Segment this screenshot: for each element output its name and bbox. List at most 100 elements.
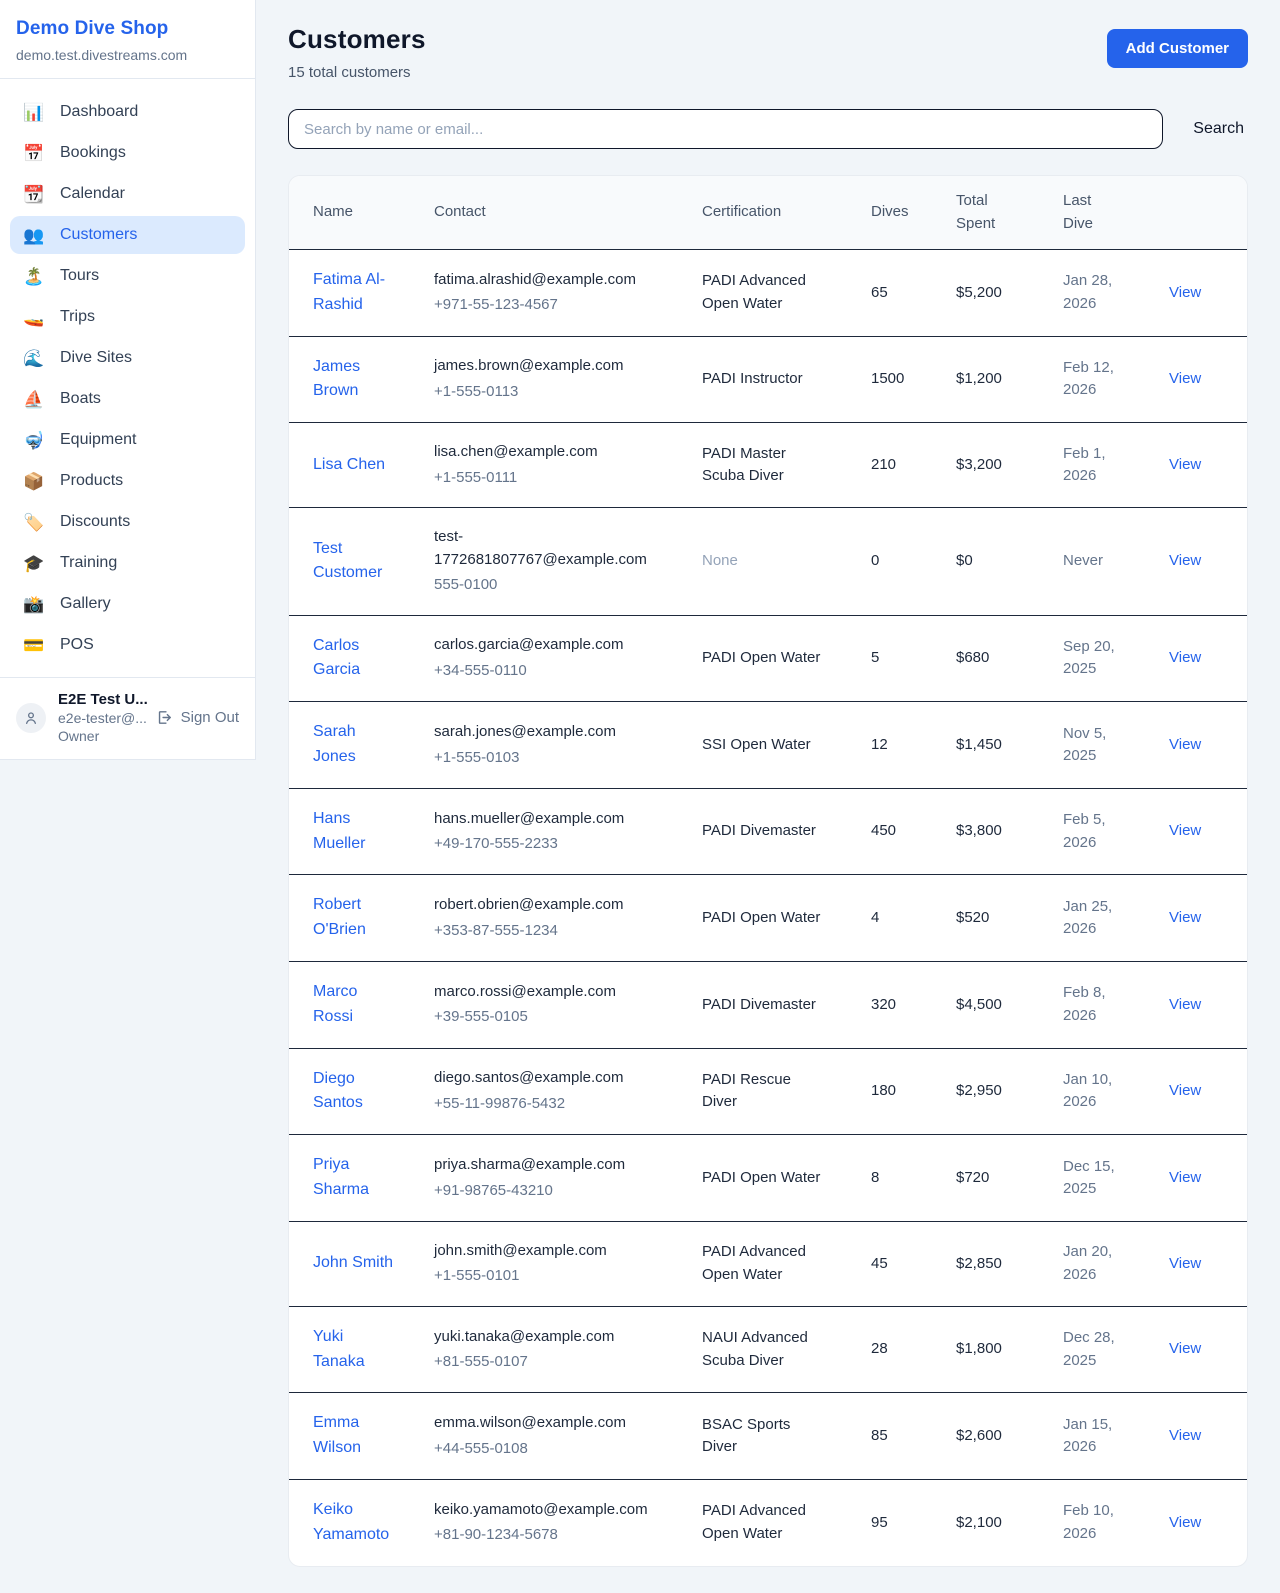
user-section: E2E Test U... e2e-tester@... Owner Sign … (0, 677, 255, 759)
sidebar-item-products[interactable]: 📦Products (10, 462, 245, 500)
view-customer-link[interactable]: View (1169, 1514, 1201, 1531)
customer-certification: PADI Advanced Open Water (702, 1480, 871, 1566)
customer-total-spent: $4,500 (956, 962, 1063, 1049)
sidebar-item-dashboard[interactable]: 📊Dashboard (10, 93, 245, 131)
customer-certification: PADI Divemaster (702, 788, 871, 875)
customer-certification: PADI Open Water (702, 615, 871, 702)
camera-icon: 📸 (23, 596, 45, 613)
sidebar-item-trips[interactable]: 🚤Trips (10, 298, 245, 336)
user-info: E2E Test U... e2e-tester@... Owner (58, 691, 144, 744)
column-header-name: Name (289, 176, 434, 250)
view-customer-link[interactable]: View (1169, 1340, 1201, 1357)
sidebar-item-label: Calendar (60, 185, 125, 203)
search-button[interactable]: Search (1189, 120, 1248, 138)
view-customer-link[interactable]: View (1169, 1169, 1201, 1186)
customer-name-link[interactable]: Lisa Chen (313, 453, 385, 478)
customer-email: diego.santos@example.com (434, 1067, 652, 1090)
view-customer-link[interactable]: View (1169, 649, 1201, 666)
sidebar-item-training[interactable]: 🎓Training (10, 544, 245, 582)
customer-name-cell: Carlos Garcia (289, 615, 434, 702)
customer-certification: PADI Advanced Open Water (702, 1221, 871, 1306)
view-customer-link[interactable]: View (1169, 822, 1201, 839)
view-customer-link[interactable]: View (1169, 909, 1201, 926)
customer-name-link[interactable]: Priya Sharma (313, 1153, 395, 1203)
sidebar-item-customers[interactable]: 👥Customers (10, 216, 245, 254)
sidebar-item-label: Products (60, 472, 123, 490)
customer-contact-cell: marco.rossi@example.com+39-555-0105 (434, 962, 702, 1049)
customer-last-dive: Nov 5, 2025 (1063, 702, 1169, 789)
customer-row: Diego Santosdiego.santos@example.com+55-… (289, 1048, 1248, 1135)
customer-row: Sarah Jonessarah.jones@example.com+1-555… (289, 702, 1248, 789)
customer-phone: 555-0100 (434, 574, 652, 597)
sign-out-button[interactable]: Sign Out (156, 709, 239, 726)
search-input[interactable] (288, 109, 1163, 149)
customer-name-link[interactable]: Marco Rossi (313, 980, 395, 1030)
sidebar-item-discounts[interactable]: 🏷️Discounts (10, 503, 245, 541)
customer-name-link[interactable]: Carlos Garcia (313, 634, 395, 684)
sidebar-item-label: Tours (60, 267, 99, 285)
view-customer-link[interactable]: View (1169, 370, 1201, 387)
customer-name-link[interactable]: Keiko Yamamoto (313, 1498, 395, 1548)
sidebar-item-label: Boats (60, 390, 101, 408)
customer-name-link[interactable]: Test Customer (313, 537, 395, 587)
customer-last-dive: Jan 10, 2026 (1063, 1048, 1169, 1135)
customer-name-link[interactable]: Robert O'Brien (313, 893, 395, 943)
customer-email: sarah.jones@example.com (434, 721, 652, 744)
sidebar-item-tours[interactable]: 🏝️Tours (10, 257, 245, 295)
customer-name-link[interactable]: Sarah Jones (313, 720, 395, 770)
sidebar: Demo Dive Shop demo.test.divestreams.com… (0, 0, 256, 760)
customer-email: marco.rossi@example.com (434, 981, 652, 1004)
customer-last-dive: Feb 8, 2026 (1063, 962, 1169, 1049)
column-header-dives: Dives (871, 176, 956, 250)
sidebar-item-bookings[interactable]: 📅Bookings (10, 134, 245, 172)
customer-dives: 28 (871, 1306, 956, 1393)
sidebar-item-boats[interactable]: ⛵Boats (10, 380, 245, 418)
view-customer-link[interactable]: View (1169, 552, 1201, 569)
sidebar-item-gallery[interactable]: 📸Gallery (10, 585, 245, 623)
sidebar-item-equipment[interactable]: 🤿Equipment (10, 421, 245, 459)
customer-last-dive: Feb 5, 2026 (1063, 788, 1169, 875)
view-customer-link[interactable]: View (1169, 1082, 1201, 1099)
customer-total-spent: $1,450 (956, 702, 1063, 789)
view-customer-link[interactable]: View (1169, 1255, 1201, 1272)
customer-total-spent: $3,200 (956, 423, 1063, 508)
add-customer-button[interactable]: Add Customer (1107, 29, 1248, 68)
customer-name-cell: Diego Santos (289, 1048, 434, 1135)
sidebar-item-calendar[interactable]: 📆Calendar (10, 175, 245, 213)
customer-certification: NAUI Advanced Scuba Diver (702, 1306, 871, 1393)
customer-last-dive: Jan 20, 2026 (1063, 1221, 1169, 1306)
customer-email: john.smith@example.com (434, 1240, 652, 1263)
sidebar-item-dive-sites[interactable]: 🌊Dive Sites (10, 339, 245, 377)
customer-name-link[interactable]: John Smith (313, 1251, 393, 1276)
customer-total-spent: $5,200 (956, 250, 1063, 337)
view-customer-link[interactable]: View (1169, 456, 1201, 473)
customer-actions-cell: View (1169, 1480, 1248, 1566)
customer-row: James Brownjames.brown@example.com+1-555… (289, 336, 1248, 423)
customer-name-link[interactable]: James Brown (313, 355, 395, 405)
customer-name-link[interactable]: Yuki Tanaka (313, 1325, 395, 1375)
customer-certification: PADI Open Water (702, 1135, 871, 1222)
customer-total-spent: $1,800 (956, 1306, 1063, 1393)
customer-email: emma.wilson@example.com (434, 1412, 652, 1435)
customer-name-link[interactable]: Hans Mueller (313, 807, 395, 857)
customer-name-cell: Emma Wilson (289, 1393, 434, 1480)
view-customer-link[interactable]: View (1169, 284, 1201, 301)
customer-name-link[interactable]: Fatima Al-Rashid (313, 268, 395, 318)
customer-name-link[interactable]: Diego Santos (313, 1067, 395, 1117)
customer-contact-cell: carlos.garcia@example.com+34-555-0110 (434, 615, 702, 702)
view-customer-link[interactable]: View (1169, 996, 1201, 1013)
customer-row: John Smithjohn.smith@example.com+1-555-0… (289, 1221, 1248, 1306)
customer-name-link[interactable]: Emma Wilson (313, 1411, 395, 1461)
table-header-row: NameContactCertificationDivesTotal Spent… (289, 176, 1248, 250)
customer-actions-cell: View (1169, 962, 1248, 1049)
main-content: Customers 15 total customers Add Custome… (256, 0, 1280, 1593)
customer-actions-cell: View (1169, 1135, 1248, 1222)
customer-row: Keiko Yamamotokeiko.yamamoto@example.com… (289, 1480, 1248, 1566)
customers-table-card: NameContactCertificationDivesTotal Spent… (288, 175, 1248, 1567)
customer-row: Marco Rossi marco.rossi@example.com+39-55… (289, 962, 1248, 1049)
search-row: Search (288, 109, 1248, 149)
view-customer-link[interactable]: View (1169, 736, 1201, 753)
view-customer-link[interactable]: View (1169, 1427, 1201, 1444)
sidebar-item-pos[interactable]: 💳POS (10, 626, 245, 664)
sidebar-item-label: Trips (60, 308, 95, 326)
